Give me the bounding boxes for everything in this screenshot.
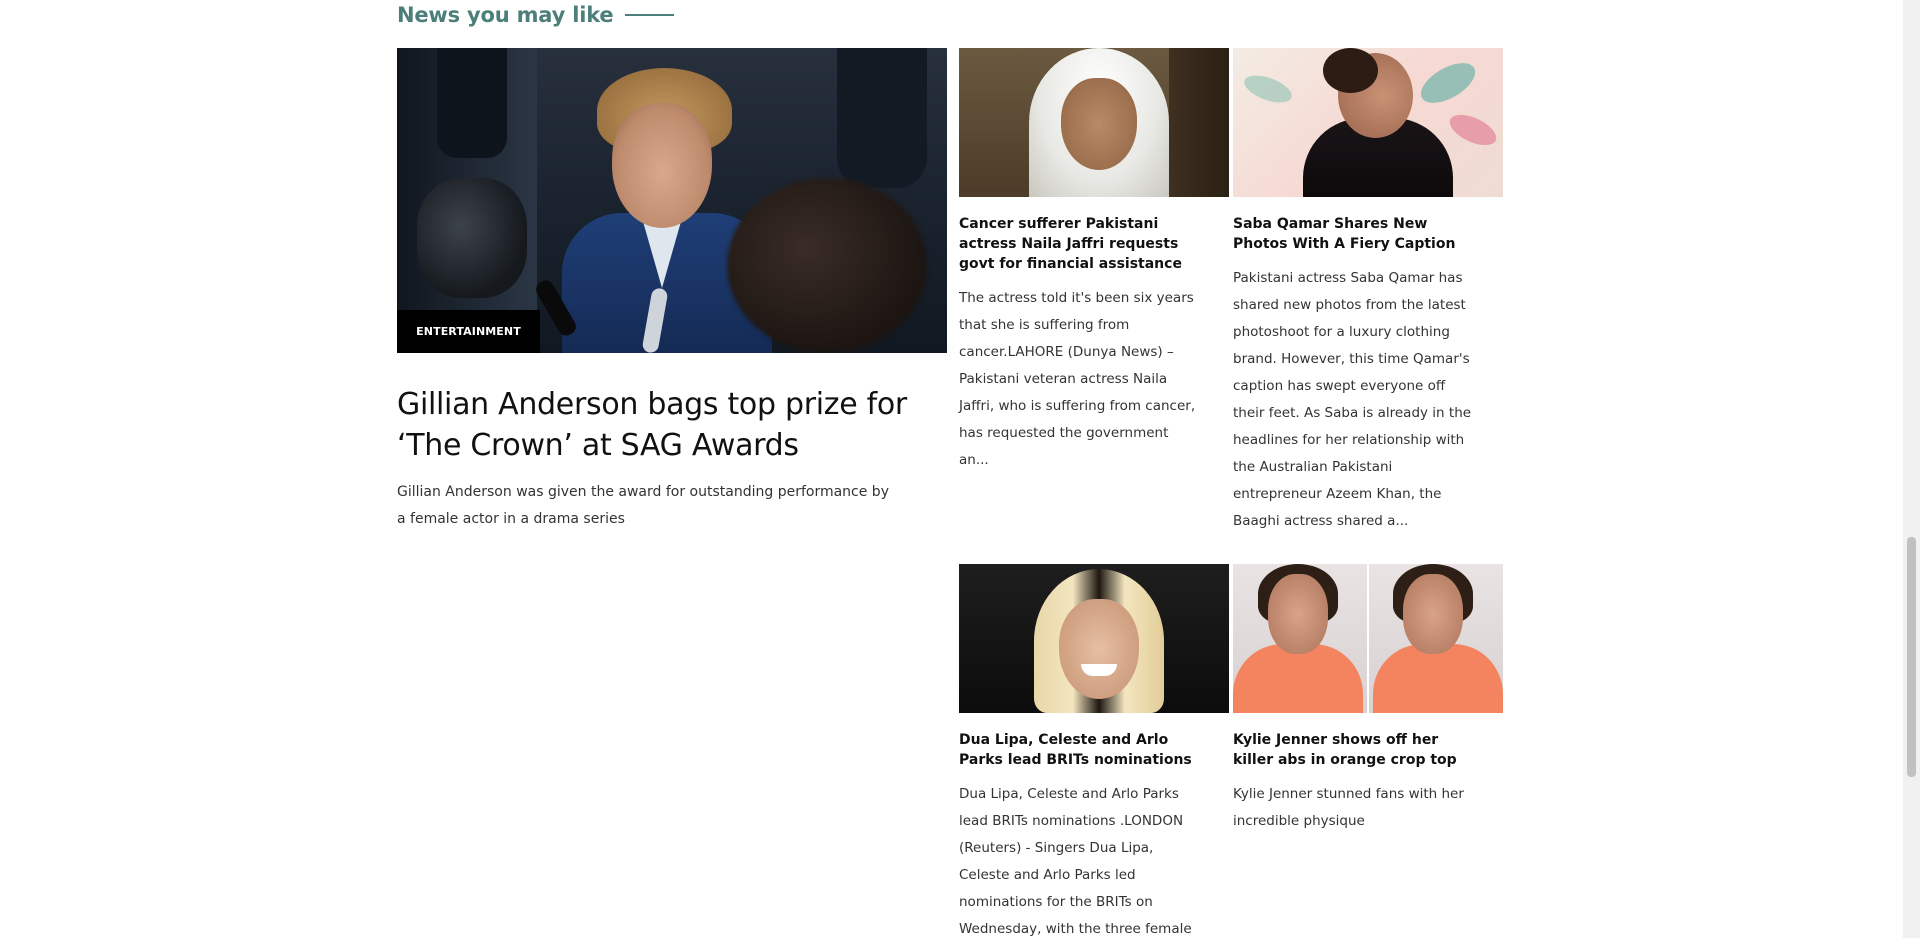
article-card-title[interactable]: Saba Qamar Shares New Photos With A Fier… (1233, 214, 1473, 254)
featured-article-excerpt: Gillian Anderson was given the award for… (397, 484, 889, 527)
article-card-excerpt: Kylie Jenner stunned fans with her incre… (1233, 786, 1464, 829)
image-figure-face (1268, 574, 1328, 654)
image-decoration (1414, 55, 1482, 111)
article-card-image[interactable] (1233, 564, 1503, 713)
featured-article-image[interactable]: ENTERTAINMENT (397, 48, 947, 353)
image-figure-body (1233, 644, 1363, 713)
image-figure-body (1373, 644, 1503, 713)
section-title: News you may like (397, 3, 614, 27)
vertical-scrollbar[interactable] (1903, 0, 1920, 938)
image-figure-face (1403, 574, 1463, 654)
image-figure-face (1059, 599, 1139, 699)
image-figure (437, 48, 507, 158)
category-tag[interactable]: ENTERTAINMENT (397, 310, 540, 353)
article-card-title[interactable]: Dua Lipa, Celeste and Arlo Parks lead BR… (959, 730, 1209, 770)
section-title-rule (625, 14, 675, 16)
image-decoration (1240, 70, 1296, 108)
article-card-image[interactable] (1233, 48, 1503, 197)
article-card-title[interactable]: Kylie Jenner shows off her killer abs in… (1233, 730, 1483, 770)
image-figure-hair (1323, 48, 1378, 93)
image-background (1169, 48, 1229, 197)
article-card-naila-jaffri[interactable]: Cancer sufferer Pakistani actress Naila … (959, 48, 1229, 474)
image-figure-face (1061, 78, 1137, 170)
image-camera (417, 178, 527, 298)
image-figure-face (612, 103, 712, 228)
article-card-title[interactable]: Cancer sufferer Pakistani actress Naila … (959, 214, 1209, 274)
image-figure (837, 48, 927, 188)
image-decoration (1445, 108, 1501, 152)
featured-article-title[interactable]: Gillian Anderson bags top prize for ‘The… (397, 384, 927, 466)
article-card-brits[interactable]: Dua Lipa, Celeste and Arlo Parks lead BR… (959, 564, 1229, 938)
article-card-image[interactable] (959, 564, 1229, 713)
image-foreground-head (727, 178, 927, 353)
image-divider (1367, 564, 1369, 713)
article-card-kylie-jenner[interactable]: Kylie Jenner shows off her killer abs in… (1233, 564, 1503, 835)
article-card-image[interactable] (959, 48, 1229, 197)
article-card-excerpt: Pakistani actress Saba Qamar has shared … (1233, 270, 1472, 529)
article-card-excerpt: The actress told it's been six years tha… (959, 290, 1196, 468)
article-card-excerpt: Dua Lipa, Celeste and Arlo Parks lead BR… (959, 786, 1192, 937)
section-header: News you may like (397, 0, 675, 30)
featured-article[interactable]: ENTERTAINMENT Gillian Anderson bags top … (397, 48, 947, 533)
article-card-saba-qamar[interactable]: Saba Qamar Shares New Photos With A Fier… (1233, 48, 1503, 535)
page: News you may like ENTERTAINMENT Gillian … (0, 0, 1920, 938)
scrollbar-thumb[interactable] (1907, 537, 1916, 777)
